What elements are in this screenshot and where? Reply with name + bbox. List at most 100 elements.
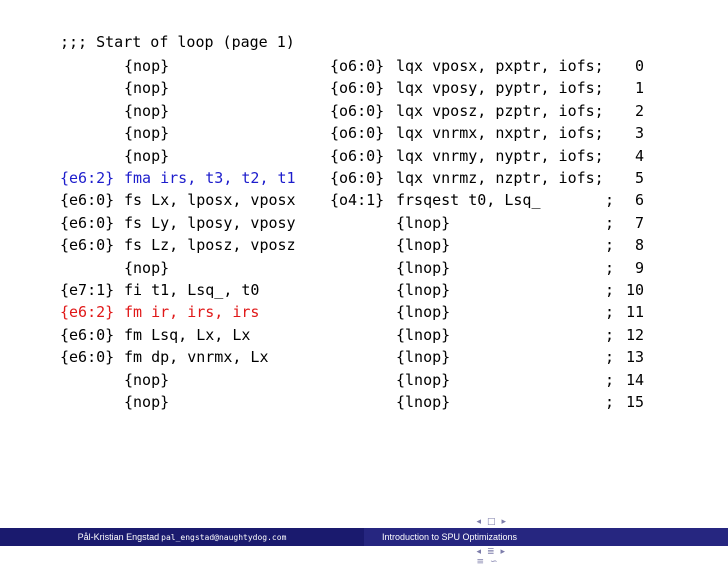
cycle-number: 4 <box>634 146 644 165</box>
even-pipe-instruction: fs Lx, lposx, vposx <box>124 191 296 210</box>
loop-comment: ;;; Start of loop (page 1) <box>60 33 295 51</box>
line-semicolon: ; <box>605 213 615 232</box>
cycle-number: 15 <box>625 393 644 411</box>
nav-search-icon[interactable]: ∽ <box>490 557 498 567</box>
cycle-number: 12 <box>625 325 644 344</box>
code-line: {nop} {o6:0} lqx vnrmy, nyptr, iofs; 4 <box>0 147 728 169</box>
code-line: {e6:0} fs Ly, lposy, vposy {lnop}; 7 <box>0 214 728 236</box>
nav-left-arrow-icon[interactable]: ◂ <box>476 547 481 557</box>
even-pipe-instruction: {nop} <box>124 79 170 98</box>
odd-pipe-instruction: {lnop} <box>396 303 451 322</box>
odd-pipe-slot: {o6:0} <box>330 124 385 143</box>
footer-bar: Pål-Kristian Engstad pal_engstad@naughtyd… <box>0 528 728 546</box>
odd-pipe-slot: {o6:0} <box>330 169 385 187</box>
cycle-number: 5 <box>634 169 644 187</box>
odd-pipe-instruction: {lnop} <box>396 393 451 411</box>
cycle-number: 11 <box>625 303 644 322</box>
line-semicolon: ; <box>605 348 615 367</box>
code-line: {nop} {lnop}; 15 <box>0 393 728 415</box>
code-line: {e6:2} fma irs, t3, t2, t1 {o6:0} lqx vnrmz… <box>0 169 728 191</box>
cycle-number: 6 <box>634 191 644 210</box>
odd-pipe-instruction: {lnop} <box>396 325 451 344</box>
code-line: {e6:0} fm Lsq, Lx, Lx {lnop}; 12 <box>0 326 728 348</box>
cycle-number: 14 <box>625 370 644 389</box>
even-pipe-slot: {e7:1} <box>60 281 115 299</box>
cycle-number: 7 <box>634 213 644 232</box>
even-pipe-instruction: {nop} <box>124 57 170 75</box>
odd-pipe-instruction: lqx vposx, pxptr, iofs; <box>396 57 604 75</box>
line-semicolon: ; <box>605 236 615 255</box>
cycle-number: 13 <box>625 348 644 367</box>
author-email: pal_engstad@naughtydog.com <box>161 532 287 542</box>
line-semicolon: ; <box>605 303 615 322</box>
even-pipe-instruction: {nop} <box>124 393 170 411</box>
cycle-number: 3 <box>634 124 644 143</box>
code-line: {e7:1} fi t1, Lsq_, t0 {lnop}; 10 <box>0 281 728 303</box>
even-pipe-instruction: fi t1, Lsq_, t0 <box>124 281 260 299</box>
line-semicolon: ; <box>605 370 615 389</box>
odd-pipe-instruction: {lnop} <box>396 281 451 299</box>
code-line: {nop} {lnop}; 14 <box>0 371 728 393</box>
line-semicolon: ; <box>605 191 615 210</box>
line-semicolon: ; <box>605 325 615 344</box>
cycle-number: 8 <box>634 236 644 255</box>
even-pipe-slot: {e6:0} <box>60 236 115 255</box>
even-pipe-slot: {e6:0} <box>60 348 115 367</box>
cycle-number: 2 <box>634 101 644 120</box>
code-line: {nop} {lnop}; 9 <box>0 259 728 281</box>
cycle-number: 10 <box>625 281 644 299</box>
even-pipe-instruction: fs Lz, lposz, vposz <box>124 236 296 255</box>
odd-pipe-instruction: lqx vnrmy, nyptr, iofs; <box>396 146 604 165</box>
code-line: {e6:2} fm ir, irs, irs {lnop}; 11 <box>0 303 728 325</box>
odd-pipe-instruction: lqx vposy, pyptr, iofs; <box>396 79 604 98</box>
odd-pipe-slot: {o6:0} <box>330 79 385 98</box>
even-pipe-slot: {e6:2} <box>60 303 115 322</box>
even-pipe-instruction: fs Ly, lposy, vposy <box>124 213 296 232</box>
even-pipe-slot: {e6:0} <box>60 213 115 232</box>
code-line: {nop} {o6:0} lqx vnrmx, nxptr, iofs; 3 <box>0 124 728 146</box>
cycle-number: 0 <box>634 57 644 75</box>
odd-pipe-slot: {o6:0} <box>330 101 385 120</box>
slide: ;;; Start of loop (page 1) {nop} {o6:0} lq… <box>0 0 728 567</box>
code-line: {nop} {o6:0} lqx vposx, pxptr, iofs; 0 <box>0 57 728 79</box>
nav-right-arrow-icon[interactable]: ▸ <box>501 547 506 557</box>
nav-left-arrow-icon[interactable]: ◂ <box>476 517 481 527</box>
even-pipe-instruction: {nop} <box>124 370 170 389</box>
code-line: {nop} {o6:0} lqx vposy, pyptr, iofs; 1 <box>0 79 728 101</box>
code-line: {nop} {o6:0} lqx vposz, pzptr, iofs; 2 <box>0 102 728 124</box>
code-line: {e6:0} fm dp, vnrmx, Lx {lnop}; 13 <box>0 348 728 370</box>
code-line: {e6:0} fs Lx, lposx, vposx {o4:1} frsqest t… <box>0 191 728 213</box>
odd-pipe-instruction: lqx vposz, pzptr, iofs; <box>396 101 604 120</box>
even-pipe-instruction: fm ir, irs, irs <box>124 303 260 322</box>
odd-pipe-instruction: {lnop} <box>396 213 451 232</box>
cycle-number: 1 <box>634 79 644 98</box>
footer-author-section: Pål-Kristian Engstad pal_engstad@naughtyd… <box>0 528 364 546</box>
odd-pipe-instruction: {lnop} <box>396 258 451 277</box>
even-pipe-instruction: {nop} <box>124 124 170 143</box>
even-pipe-slot: {e6:0} <box>60 191 115 210</box>
beamer-navigation: ◂□▸ ◂◰▸ ◂≣▸ ◂≣▸ ≡∽ <box>465 507 512 567</box>
line-semicolon: ; <box>605 393 615 411</box>
odd-pipe-slot: {o4:1} <box>330 191 385 210</box>
even-pipe-instruction: {nop} <box>124 101 170 120</box>
odd-pipe-instruction: {lnop} <box>396 348 451 367</box>
code-line: {e6:0} fs Lz, lposz, vposz {lnop}; 8 <box>0 236 728 258</box>
odd-pipe-instruction: {lnop} <box>396 236 451 255</box>
odd-pipe-slot: {o6:0} <box>330 57 385 75</box>
nav-align-icon[interactable]: ≡ <box>476 557 484 567</box>
even-pipe-instruction: {nop} <box>124 258 170 277</box>
even-pipe-slot: {e6:2} <box>60 169 115 187</box>
odd-pipe-slot: {o6:0} <box>330 146 385 165</box>
even-pipe-instruction: fm dp, vnrmx, Lx <box>124 348 269 367</box>
odd-pipe-instruction: {lnop} <box>396 370 451 389</box>
presentation-title: Introduction to SPU Optimizations <box>382 532 518 542</box>
odd-pipe-instruction: lqx vnrmz, nzptr, iofs; <box>396 169 604 187</box>
cycle-number: 9 <box>634 258 644 277</box>
odd-pipe-instruction: lqx vnrmx, nxptr, iofs; <box>396 124 604 143</box>
even-pipe-instruction: {nop} <box>124 146 170 165</box>
author-name: Pål-Kristian Engstad <box>77 532 160 542</box>
nav-right-arrow-icon[interactable]: ▸ <box>502 517 507 527</box>
even-pipe-instruction: fma irs, t3, t2, t1 <box>124 169 296 187</box>
nav-frame-icon[interactable]: □ <box>487 517 496 527</box>
nav-slide-icon[interactable]: ≣ <box>487 547 495 557</box>
